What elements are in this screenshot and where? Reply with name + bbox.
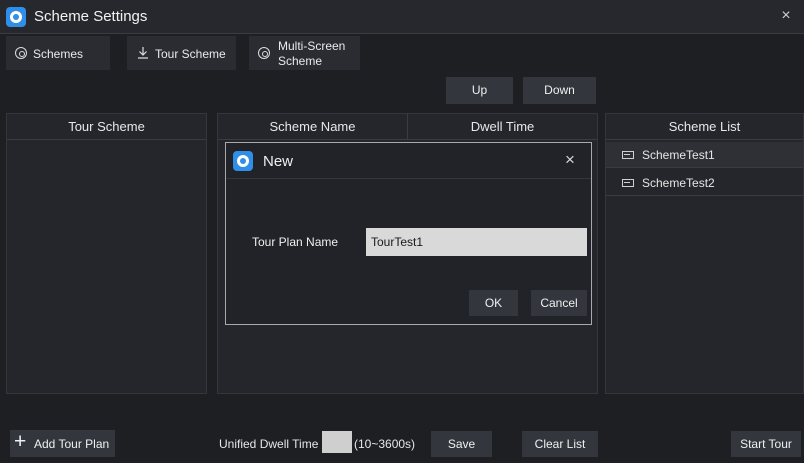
clear-list-button[interactable]: Clear List (522, 431, 598, 457)
scheme-list-item[interactable]: SchemeTest1 (606, 142, 803, 168)
start-tour-button[interactable]: Start Tour (731, 431, 801, 457)
scheme-list-header: Scheme List (606, 114, 803, 140)
dwell-time-input[interactable] (322, 431, 352, 453)
dialog-close-icon[interactable]: × (561, 151, 579, 169)
scheme-list-item[interactable]: SchemeTest2 (606, 170, 803, 196)
tour-scheme-panel: Tour Scheme (6, 113, 207, 394)
scheme-card-icon (622, 179, 634, 187)
down-button[interactable]: Down (523, 77, 596, 104)
dialog-app-icon (233, 151, 253, 171)
tab-multi-screen-scheme[interactable]: Multi-Screen Scheme (249, 36, 360, 70)
new-tour-plan-dialog: New × Tour Plan Name OK Cancel (225, 142, 592, 325)
tour-plan-name-label: Tour Plan Name (252, 235, 339, 249)
tab-multi-screen-label-line1: Multi-Screen (278, 39, 346, 53)
tab-tour-scheme[interactable]: Tour Scheme (127, 36, 236, 70)
tour-scheme-header: Tour Scheme (7, 114, 206, 140)
window-title: Scheme Settings (34, 8, 148, 25)
tab-schemes-label: Schemes (33, 47, 84, 61)
cancel-button[interactable]: Cancel (531, 290, 587, 316)
add-tour-plan-button[interactable]: + Add Tour Plan (10, 430, 115, 457)
dialog-header: New × (226, 143, 591, 179)
up-button[interactable]: Up (446, 77, 513, 104)
scheme-icon (15, 47, 27, 59)
window-close-icon[interactable]: × (776, 6, 796, 26)
app-logo-icon (6, 7, 26, 27)
save-button[interactable]: Save (431, 431, 492, 457)
ok-button[interactable]: OK (469, 290, 518, 316)
scheme-list-item-label: SchemeTest2 (642, 176, 715, 190)
dialog-title: New (263, 153, 294, 170)
tab-schemes[interactable]: Schemes (6, 36, 110, 70)
unified-dwell-time-label: Unified Dwell Time (219, 437, 319, 451)
tab-multi-screen-label-line2: Scheme (278, 54, 323, 68)
multi-screen-icon (258, 47, 270, 59)
add-tour-plan-label: Add Tour Plan (34, 437, 110, 451)
scheme-card-icon (622, 151, 634, 159)
tab-tour-scheme-label: Tour Scheme (155, 47, 226, 61)
tour-plan-name-input[interactable] (366, 228, 587, 256)
scheme-list-item-label: SchemeTest1 (642, 148, 715, 162)
download-arrow-icon (138, 47, 148, 59)
plus-icon: + (14, 430, 27, 453)
scheme-list-panel: Scheme List SchemeTest1 SchemeTest2 (605, 113, 804, 394)
dwell-time-header: Dwell Time (408, 114, 597, 140)
scheme-name-header: Scheme Name (218, 114, 408, 140)
dwell-range-label: (10~3600s) (354, 437, 416, 451)
title-bar: Scheme Settings × (0, 0, 804, 34)
